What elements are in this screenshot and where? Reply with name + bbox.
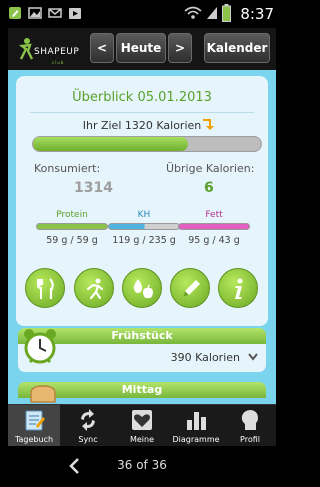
tab-diagramme[interactable]: Diagramme: [170, 405, 222, 447]
clock-time: 8:37: [240, 5, 274, 23]
heart-icon: [132, 410, 152, 430]
nutrient-value-kh: 119 g / 235 g: [112, 235, 176, 246]
running-icon: [86, 278, 104, 300]
calorie-progress-fill: [33, 137, 189, 151]
nutrient-label-protein: Protein: [56, 210, 88, 220]
image-icon: [28, 7, 42, 19]
tab-label: Sync: [78, 435, 98, 444]
tab-label: Tagebuch: [14, 435, 54, 444]
add-exercise-button[interactable]: [74, 268, 114, 308]
calorie-progress-bar: [32, 136, 262, 152]
tab-label: Meine: [129, 435, 155, 444]
info-button[interactable]: [218, 268, 258, 308]
goal-arrow-icon: [203, 119, 214, 130]
meal-calories: 390 Kalorien: [170, 351, 240, 364]
overview-title: Überblick 05.01.2013: [72, 90, 212, 105]
app-header: SHAPEUP club < Heute > Kalender: [8, 28, 276, 70]
tab-profil[interactable]: Profil: [224, 405, 276, 447]
drop-apple-icon: [133, 279, 153, 299]
tab-tagebuch[interactable]: Tagebuch: [8, 405, 60, 447]
nutrient-value-protein: 59 g / 59 g: [46, 235, 98, 246]
fork-knife-icon: [37, 278, 54, 299]
shapeup-logo: SHAPEUP club: [18, 35, 88, 65]
divider: [30, 112, 254, 113]
profile-icon: [241, 410, 258, 430]
bar-chart-icon: [187, 412, 206, 430]
notebook-icon: [25, 410, 45, 431]
play-store-icon: [69, 8, 81, 19]
viewer-bar: 36 of 36: [0, 446, 284, 487]
logo-figure-icon: [18, 38, 34, 60]
page-counter: 36 of 36: [117, 458, 167, 472]
consumed-label: Konsumiert:: [34, 162, 101, 175]
today-button[interactable]: Heute: [116, 33, 166, 63]
calendar-button[interactable]: Kalender: [204, 33, 270, 63]
pencil-icon: [183, 280, 200, 297]
nutrient-label-kh: KH: [137, 210, 151, 220]
wifi-icon: [184, 6, 202, 19]
add-water-button[interactable]: [122, 268, 162, 308]
back-arrow-icon[interactable]: [68, 458, 80, 474]
nutrient-bar-fett: [178, 223, 250, 230]
chevron-down-icon[interactable]: [248, 353, 258, 361]
tab-label: Profil: [240, 435, 260, 444]
nutrient-value-fett: 95 g / 43 g: [188, 235, 240, 246]
next-day-button[interactable]: >: [168, 33, 192, 63]
add-note-button[interactable]: [170, 268, 210, 308]
add-food-button[interactable]: [25, 268, 65, 308]
main-content[interactable]: Überblick 05.01.2013 Ihr Ziel 1320 Kalor…: [8, 70, 276, 404]
nutrient-label-fett: Fett: [205, 210, 223, 220]
bread-icon: [30, 385, 56, 403]
status-bar: 8:37: [0, 0, 284, 28]
battery-icon: [222, 4, 231, 22]
consumed-value: 1314: [74, 180, 113, 196]
nutrient-bar-kh: [108, 223, 180, 230]
sync-icon: [81, 409, 95, 431]
tab-sync[interactable]: Sync: [62, 405, 114, 447]
edit-icon: [9, 7, 21, 19]
mail-icon: [48, 8, 62, 18]
signal-icon: [207, 7, 217, 19]
remaining-label: Übrige Kalorien:: [166, 162, 255, 175]
goal-text: Ihr Ziel 1320 Kalorien: [82, 119, 202, 132]
alarm-clock-icon: [24, 329, 56, 364]
logo-subtext: club: [52, 60, 65, 65]
nutrient-bar-protein: [36, 223, 108, 230]
logo-text: SHAPEUP: [34, 47, 80, 57]
info-icon: [235, 278, 243, 299]
bottom-tab-bar: Tagebuch Sync Meine Diagramme Profil: [8, 404, 276, 447]
tab-label: Diagramme: [172, 435, 220, 444]
tab-meine[interactable]: Meine: [116, 405, 168, 447]
remaining-value: 6: [204, 180, 214, 196]
prev-day-button[interactable]: <: [90, 33, 114, 63]
